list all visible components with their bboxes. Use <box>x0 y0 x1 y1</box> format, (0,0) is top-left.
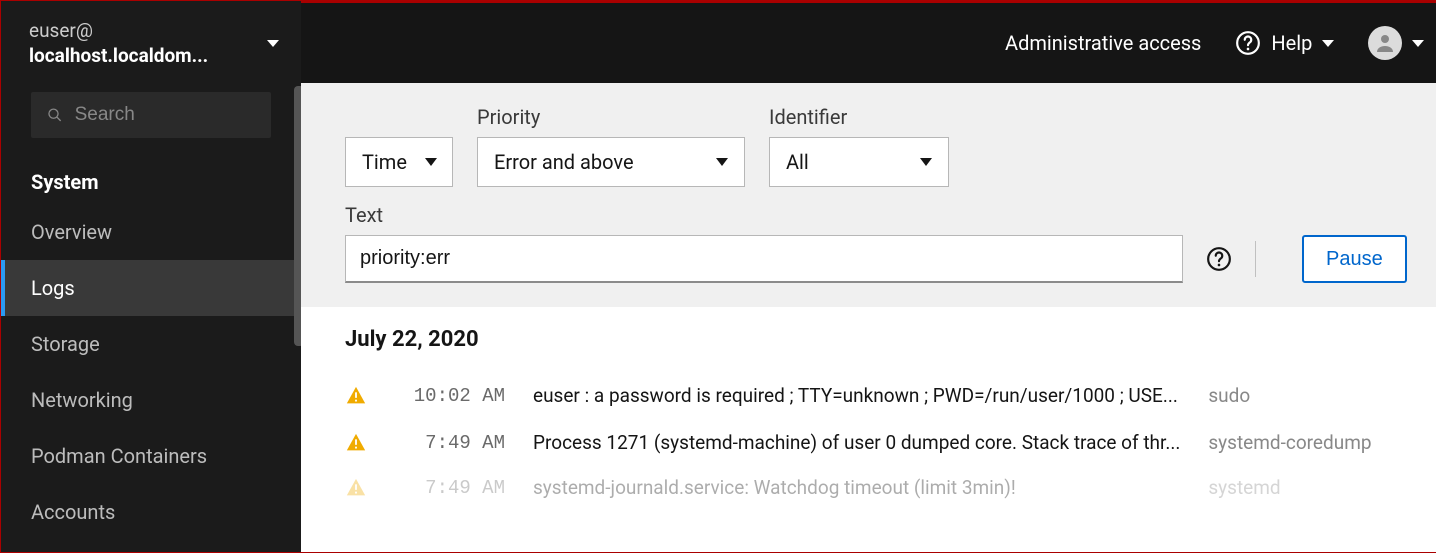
log-date-heading: July 22, 2020 <box>345 327 1408 352</box>
main: Administrative access Help <box>301 1 1436 552</box>
sidebar-item-storage[interactable]: Storage <box>1 316 301 372</box>
host-label: euser@ localhost.localdom... <box>29 19 208 68</box>
log-message: euser : a password is required ; TTY=unk… <box>533 384 1180 407</box>
log-message: systemd-journald.service: Watchdog timeo… <box>533 476 1180 499</box>
admin-access-link[interactable]: Administrative access <box>1005 31 1201 55</box>
identifier-select[interactable]: All <box>769 137 949 187</box>
host-selector[interactable]: euser@ localhost.localdom... <box>1 1 301 82</box>
time-select[interactable]: Time <box>345 137 453 187</box>
log-time: 10:02 AM <box>395 385 505 407</box>
priority-select[interactable]: Error and above <box>477 137 745 187</box>
host-name: localhost.localdom... <box>29 44 208 67</box>
sidebar: euser@ localhost.localdom... System Over… <box>1 1 301 552</box>
log-source: sudo <box>1208 384 1408 407</box>
time-label: Time <box>362 150 407 174</box>
help-icon <box>1235 30 1261 56</box>
chevron-down-icon <box>1322 40 1334 47</box>
sidebar-item-logs[interactable]: Logs <box>1 260 301 316</box>
separator <box>1255 241 1256 277</box>
log-time: 7:49 AM <box>395 477 505 499</box>
avatar <box>1368 26 1402 60</box>
log-row[interactable]: 7:49 AM systemd-journald.service: Watchd… <box>345 464 1408 511</box>
help-icon <box>1206 246 1232 272</box>
chevron-down-icon <box>425 158 437 166</box>
warning-icon <box>345 385 367 407</box>
log-area: July 22, 2020 10:02 AM euser : a passwor… <box>301 307 1436 552</box>
sidebar-item-networking[interactable]: Networking <box>1 372 301 428</box>
sidebar-item-podman[interactable]: Podman Containers <box>1 428 301 484</box>
pause-button[interactable]: Pause <box>1302 235 1407 283</box>
person-icon <box>1373 31 1397 55</box>
log-source: systemd <box>1208 476 1408 499</box>
search-input[interactable] <box>75 104 255 126</box>
chevron-down-icon <box>920 158 932 166</box>
identifier-value: All <box>786 150 809 174</box>
priority-label: Priority <box>477 105 745 129</box>
priority-value: Error and above <box>494 150 634 174</box>
chevron-down-icon <box>1412 40 1424 47</box>
topbar: Administrative access Help <box>301 1 1436 83</box>
chevron-down-icon <box>716 158 728 166</box>
help-menu[interactable]: Help <box>1235 30 1334 56</box>
user-menu[interactable] <box>1368 26 1424 60</box>
help-label: Help <box>1271 31 1312 55</box>
search-input-wrap[interactable] <box>31 92 271 138</box>
warning-icon <box>345 477 367 499</box>
log-source: systemd-coredump <box>1208 431 1408 454</box>
log-row[interactable]: 10:02 AM euser : a password is required … <box>345 372 1408 419</box>
identifier-label: Identifier <box>769 105 949 129</box>
log-message: Process 1271 (systemd-machine) of user 0… <box>533 431 1180 454</box>
log-row[interactable]: 7:49 AM Process 1271 (systemd-machine) o… <box>345 419 1408 466</box>
log-time: 7:49 AM <box>395 432 505 454</box>
text-filter-label: Text <box>345 203 1183 227</box>
warning-icon <box>345 432 367 454</box>
search-icon <box>47 106 63 124</box>
nav-heading: System <box>1 152 301 204</box>
host-user: euser@ <box>29 19 93 42</box>
filter-area: Time Priority Error and above Identifier… <box>301 83 1436 307</box>
sidebar-item-overview[interactable]: Overview <box>1 204 301 260</box>
chevron-down-icon <box>267 40 279 47</box>
filter-help-button[interactable] <box>1205 245 1233 273</box>
sidebar-item-accounts[interactable]: Accounts <box>1 484 301 540</box>
text-filter-input[interactable] <box>345 235 1183 283</box>
